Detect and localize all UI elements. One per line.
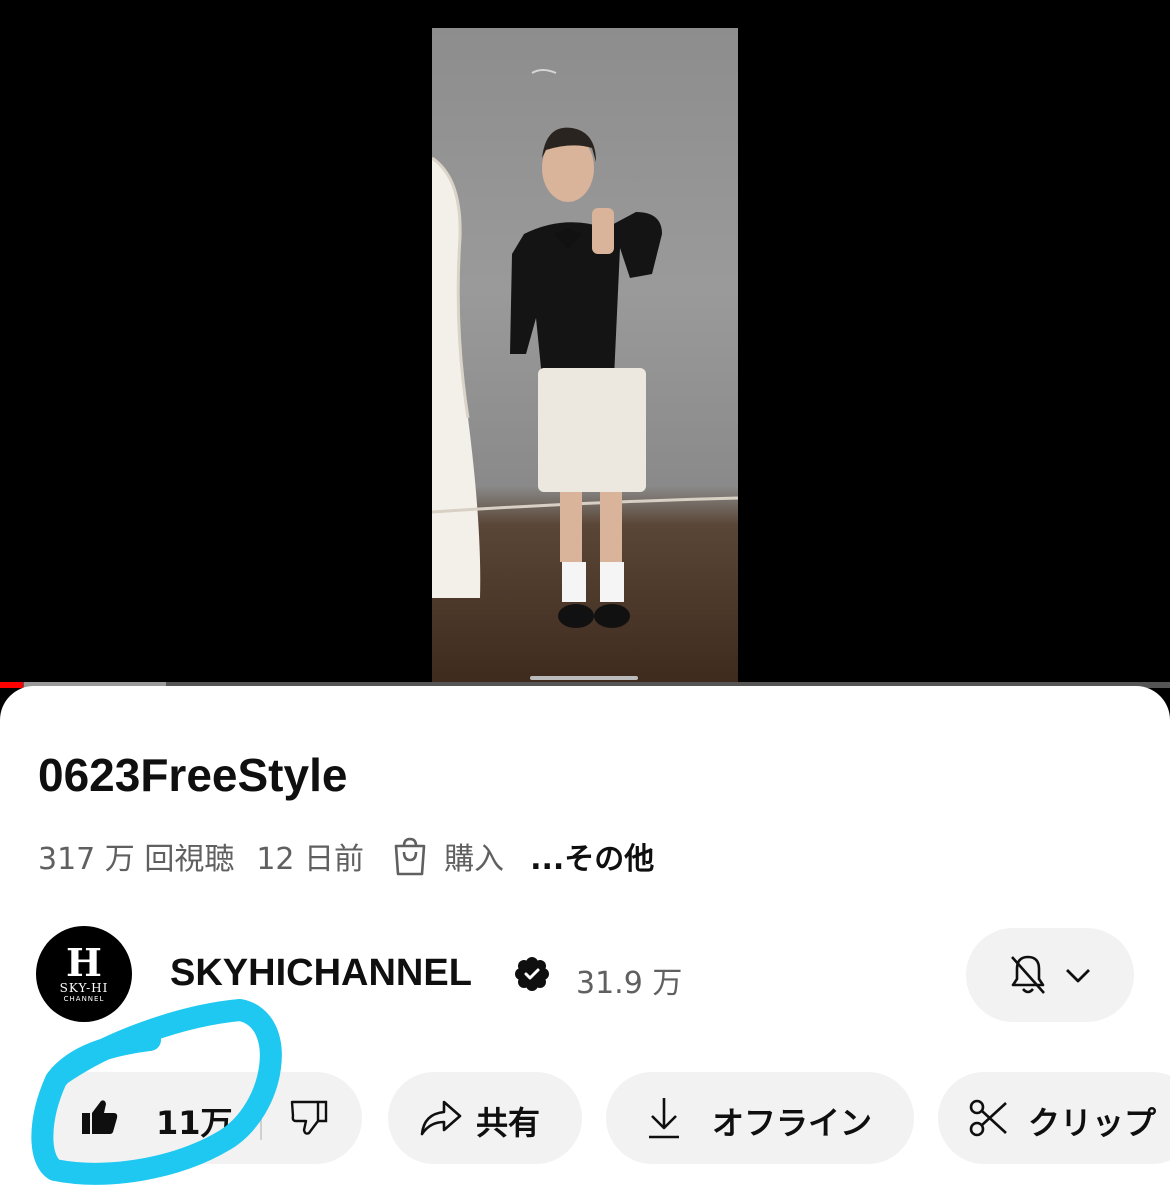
progress-played	[0, 682, 24, 688]
avatar-logo-subtext: CHANNEL	[63, 994, 105, 1003]
share-button[interactable]: 共有	[388, 1072, 582, 1164]
avatar[interactable]: H SKY-HI CHANNEL	[36, 926, 132, 1022]
bell-off-icon	[1011, 955, 1045, 994]
like-dislike-button[interactable]: 11万	[34, 1072, 362, 1164]
channel-row: H SKY-HI CHANNEL SKYHICHANNEL 31.9 万	[36, 926, 1136, 1022]
action-bar: 11万 共有 オフライン クリップ	[0, 1072, 1170, 1164]
shopping-bag-icon	[394, 837, 426, 876]
offline-label: オフライン	[712, 1104, 873, 1142]
verified-icon	[515, 957, 549, 991]
share-label: 共有	[476, 1104, 541, 1142]
video-player[interactable]	[0, 0, 1170, 684]
purchase-link[interactable]: 購入	[444, 834, 504, 878]
chevron-down-icon	[1066, 969, 1090, 983]
sheet-drag-handle[interactable]	[530, 676, 638, 680]
avatar-logo-text: SKY-HI	[59, 980, 109, 995]
like-divider	[260, 1096, 262, 1140]
download-icon	[649, 1098, 679, 1139]
scissors-icon	[969, 1099, 1007, 1137]
video-frame[interactable]	[432, 28, 738, 682]
video-metadata[interactable]: 317 万 回視聴 12 日前 購入 ...その他	[38, 834, 654, 878]
notification-button[interactable]	[966, 928, 1134, 1022]
like-count: 11万	[156, 1104, 233, 1142]
video-title: 0623FreeStyle	[38, 749, 348, 801]
more-link[interactable]: ...その他	[530, 834, 654, 878]
upload-date: 12 日前	[256, 842, 365, 877]
clip-button[interactable]: クリップ	[938, 1072, 1170, 1164]
view-count: 317 万 回視聴	[38, 842, 235, 877]
subscriber-count: 31.9 万	[576, 966, 683, 1001]
avatar-logo-letter: H	[66, 939, 102, 985]
download-button[interactable]: オフライン	[606, 1072, 914, 1164]
channel-name[interactable]: SKYHICHANNEL	[170, 952, 472, 995]
clip-label: クリップ	[1028, 1104, 1157, 1142]
video-thumbnail-image	[432, 69, 738, 628]
dislike-icon[interactable]	[290, 1098, 328, 1136]
like-icon[interactable]	[80, 1098, 118, 1136]
video-info-panel: 0623FreeStyle 317 万 回視聴 12 日前 購入 ...その他 …	[0, 686, 1170, 1192]
share-icon	[420, 1100, 462, 1136]
